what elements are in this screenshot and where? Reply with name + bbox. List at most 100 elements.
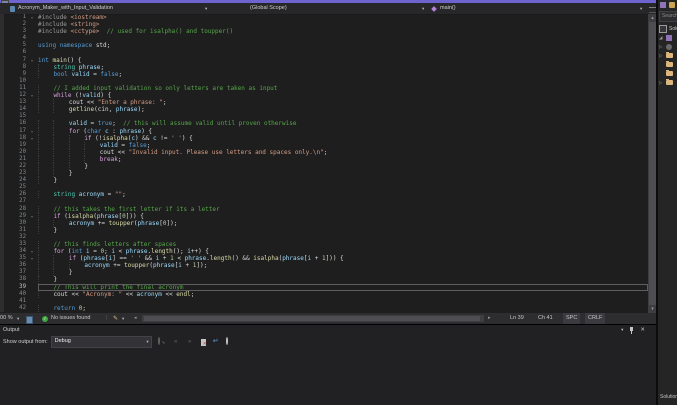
pin-icon[interactable] bbox=[628, 326, 635, 334]
line-ending-toggle[interactable]: CRLF bbox=[585, 313, 606, 324]
code-line-23[interactable]: 23} bbox=[0, 170, 648, 178]
document-health-icon[interactable] bbox=[26, 315, 33, 324]
code-line-9[interactable]: 9 bool valid = false; bbox=[0, 70, 648, 78]
nav-member-dropdown[interactable]: main() bbox=[440, 3, 456, 14]
code-line-24[interactable]: 24} bbox=[0, 177, 648, 185]
tab-solution-explorer[interactable]: Solution Explorer bbox=[660, 394, 677, 400]
tree-item[interactable]: ▷ bbox=[658, 51, 677, 60]
code-line-4[interactable]: 4 bbox=[0, 35, 648, 43]
fold-marker-icon[interactable]: ⌄ bbox=[26, 248, 38, 255]
code-line-21[interactable]: 21 break; bbox=[0, 155, 648, 163]
tree-collapsed-icon[interactable]: ▷ bbox=[659, 53, 664, 59]
code-line-29[interactable]: 29 ⌄ if (isalpha(phrase[0])) { bbox=[0, 212, 648, 220]
clear-all-icon[interactable] bbox=[200, 338, 207, 347]
close-icon[interactable]: ✕ bbox=[640, 326, 645, 334]
code-line-12[interactable]: 12 ⌄ while (!valid) { bbox=[0, 92, 648, 100]
code-line-15[interactable]: 15 bbox=[0, 113, 648, 121]
code-line-10[interactable]: 10 bbox=[0, 77, 648, 85]
horizontal-scrollbar[interactable] bbox=[142, 315, 484, 322]
code-line-33[interactable]: 33 // this finds letters after spaces bbox=[0, 241, 648, 249]
next-message-icon[interactable]: » bbox=[186, 338, 194, 346]
fold-marker-icon[interactable]: ⌄ bbox=[26, 57, 38, 64]
code-line-34[interactable]: 34 ⌄ for (int i = 0; i < phrase.length(); … bbox=[0, 248, 648, 256]
code-line-37[interactable]: 37} bbox=[0, 269, 648, 277]
tree-expanded-icon[interactable]: ◢ bbox=[659, 35, 664, 41]
code-line-36[interactable]: 36 acronym += toupper(phrase[i + 1]); bbox=[0, 262, 648, 270]
code-line-42[interactable]: 42 return 0; bbox=[0, 304, 648, 312]
solution-search-input[interactable]: Search Solution Explorer bbox=[659, 11, 677, 22]
code-line-6[interactable]: 6 bbox=[0, 49, 648, 57]
fold-marker-icon[interactable]: ⌄ bbox=[26, 14, 38, 21]
code-line-25[interactable]: 25 bbox=[0, 184, 648, 192]
code-line-5[interactable]: 5 using namespace std; bbox=[0, 42, 648, 50]
home-icon[interactable] bbox=[669, 2, 675, 8]
nav-file-dropdown[interactable]: Acronym_Maker_with_Input_Validation bbox=[18, 3, 113, 14]
solution-root-row[interactable]: Solution bbox=[658, 24, 677, 33]
vertical-scrollbar-thumb[interactable] bbox=[649, 22, 656, 305]
horizontal-scrollbar-thumb[interactable] bbox=[144, 316, 480, 321]
tree-item[interactable]: ▷ bbox=[658, 78, 677, 87]
tree-item[interactable] bbox=[658, 69, 677, 78]
tree-item[interactable]: ▷ bbox=[658, 42, 677, 51]
find-message-icon[interactable] bbox=[157, 337, 166, 346]
tree-collapsed-icon[interactable]: ▷ bbox=[659, 44, 664, 50]
code-line-7[interactable]: 7 ⌄ int main() { bbox=[0, 56, 648, 64]
code-line-40[interactable]: 40 cout << "Acronym: " << acronym << endl… bbox=[0, 290, 648, 298]
code-line-16[interactable]: 16 valid = true; // this will assume vali… bbox=[0, 120, 648, 128]
scroll-left-icon[interactable]: ◂ bbox=[134, 313, 137, 324]
code-line-18[interactable]: 18 ⌄ if (!isalpha(c) && c != ' ') { bbox=[0, 134, 648, 142]
code-line-11[interactable]: 11 // I added input validation so only le… bbox=[0, 84, 648, 93]
fold-marker-icon[interactable]: ⌄ bbox=[26, 213, 38, 220]
code-line-41[interactable]: 41 bbox=[0, 297, 648, 305]
code-editor[interactable]: 1 ⌄ #include <iostream> 2 #include <string> 3… bbox=[0, 14, 648, 313]
line-number: 14 bbox=[19, 106, 26, 113]
code-line-27[interactable]: 27 bbox=[0, 198, 648, 206]
fold-marker-icon[interactable]: ⌄ bbox=[26, 92, 38, 99]
switch-views-icon[interactable] bbox=[660, 2, 666, 8]
tree-item[interactable] bbox=[658, 60, 677, 69]
code-line-26[interactable]: 26 string acronym = ""; bbox=[0, 191, 648, 199]
output-content[interactable] bbox=[0, 349, 657, 405]
code-line-13[interactable]: 13 cout << "Enter a phrase: "; bbox=[0, 99, 648, 107]
window-position-icon[interactable]: ▾ bbox=[621, 326, 623, 334]
code-line-1[interactable]: 1 ⌄ #include <iostream> bbox=[0, 14, 648, 22]
code-line-17[interactable]: 17 ⌄ for (char c : phrase) { bbox=[0, 127, 648, 135]
zoom-level[interactable]: 100 % bbox=[0, 313, 13, 324]
chevron-down-icon[interactable]: ▾ bbox=[640, 3, 642, 14]
code-line-19[interactable]: 19 valid = false; bbox=[0, 141, 648, 149]
scroll-right-icon[interactable]: ▸ bbox=[488, 313, 491, 324]
output-source-dropdown[interactable]: Debug ▾ bbox=[50, 336, 152, 348]
code-line-20[interactable]: 20 cout << "Invalid input. Please use let… bbox=[0, 148, 648, 156]
code-line-22[interactable]: 22} bbox=[0, 162, 648, 171]
chevron-down-icon[interactable]: ▾ bbox=[17, 313, 19, 324]
code-line-2[interactable]: 2 #include <string> bbox=[0, 21, 648, 29]
code-line-28[interactable]: 28 // this takes the first letter if its … bbox=[0, 205, 648, 213]
code-line-14[interactable]: 14 getline(cin, phrase); bbox=[0, 106, 648, 114]
code-line-3[interactable]: 3 #include <cctype> // used for isalpha()… bbox=[0, 28, 648, 36]
chevron-down-icon[interactable]: ▾ bbox=[205, 3, 207, 14]
solution-explorer-panel: Search Solution Explorer Solution ◢ ▷ ▷ ▷ S… bbox=[658, 0, 677, 405]
prev-message-icon[interactable]: « bbox=[172, 338, 180, 346]
fold-marker-icon[interactable]: ⌄ bbox=[26, 135, 38, 142]
chevron-down-icon[interactable]: ▾ bbox=[122, 313, 124, 324]
fold-marker-icon[interactable]: ⌄ bbox=[26, 255, 38, 262]
spaces-toggle[interactable]: SPC bbox=[563, 313, 581, 324]
fold-column bbox=[26, 71, 38, 78]
tree-item[interactable]: ◢ bbox=[658, 33, 677, 42]
scrollbar-splitter-handle[interactable] bbox=[649, 7, 656, 13]
tree-collapsed-icon[interactable]: ▷ bbox=[659, 80, 664, 86]
code-line-30[interactable]: 30 acronym += toupper(phrase[0]); bbox=[0, 219, 648, 227]
code-text: if (isalpha(phrase[0])) { bbox=[38, 212, 648, 220]
code-line-39[interactable]: 39 // This will print the final acronym bbox=[0, 283, 648, 291]
code-line-38[interactable]: 38} bbox=[0, 276, 648, 284]
code-line-32[interactable]: 32 bbox=[0, 233, 648, 241]
word-wrap-icon[interactable]: ↵ bbox=[212, 338, 220, 346]
settings-icon[interactable] bbox=[225, 337, 234, 346]
chevron-down-icon[interactable]: ▾ bbox=[422, 3, 424, 14]
code-line-35[interactable]: 35 ⌄ if (phrase[i] == ' ' && i + 1 < phras… bbox=[0, 255, 648, 263]
code-line-8[interactable]: 8 string phrase; bbox=[0, 63, 648, 71]
fold-marker-icon[interactable]: ⌄ bbox=[26, 128, 38, 135]
nav-scope-dropdown[interactable]: (Global Scope) bbox=[250, 3, 287, 14]
health-status-text[interactable]: No issues found bbox=[51, 313, 90, 324]
code-line-31[interactable]: 31} bbox=[0, 226, 648, 234]
